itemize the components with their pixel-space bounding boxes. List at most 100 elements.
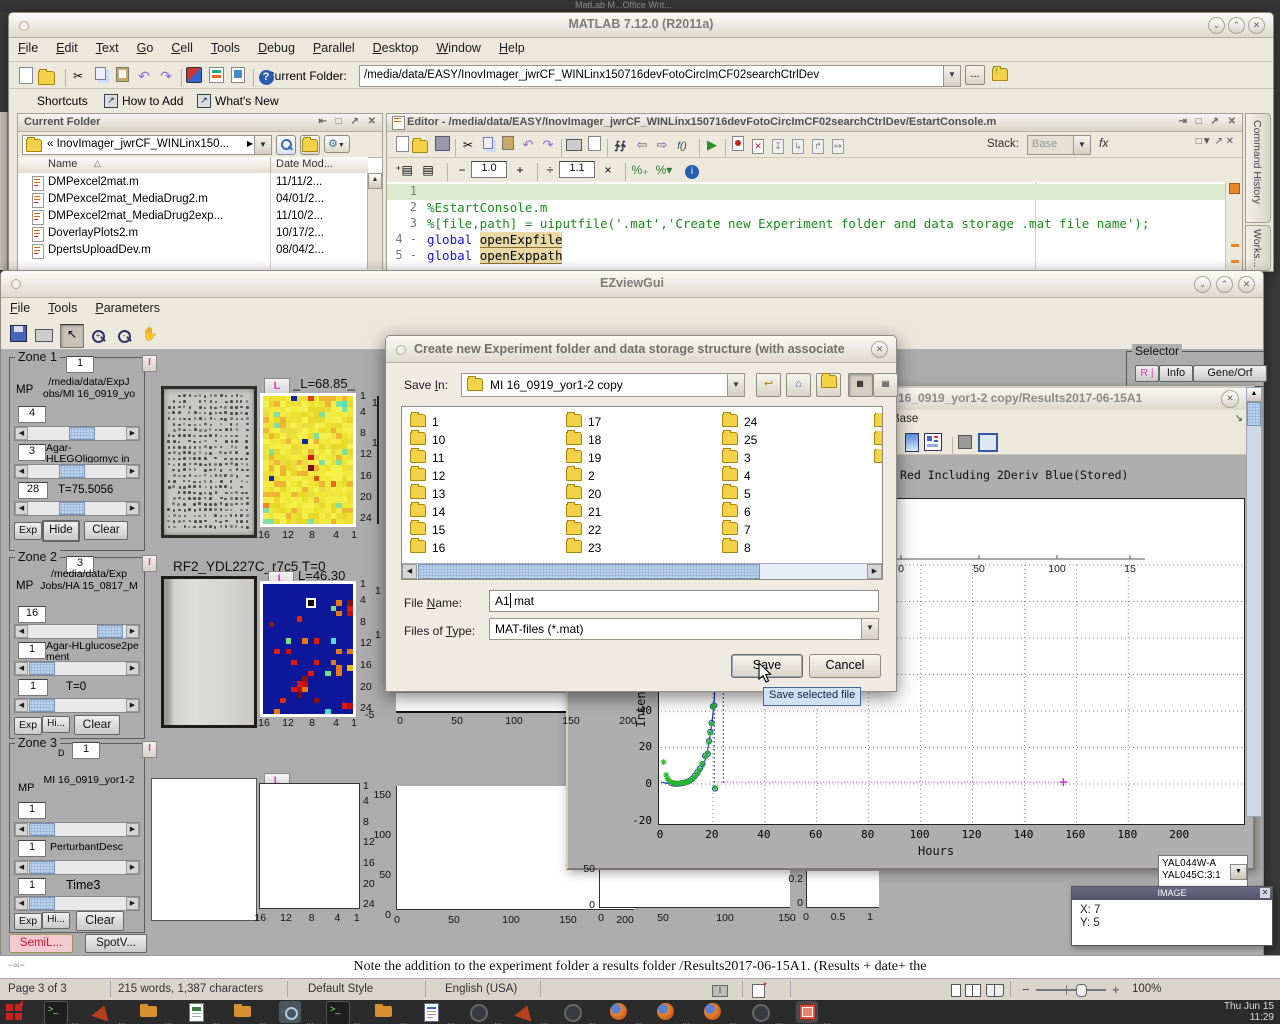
taskbar-icon-folder[interactable] xyxy=(232,1001,254,1023)
maximize-button[interactable]: ⌃ xyxy=(1216,276,1233,293)
horizontal-scrollbar[interactable]: ◀ ▶ xyxy=(402,563,882,579)
file-name-input[interactable]: A1 mat xyxy=(489,590,879,612)
zone3-exp-button[interactable]: Exp xyxy=(14,913,42,930)
status-style[interactable]: Default Style xyxy=(308,983,373,995)
zone1-num3[interactable]: 28 xyxy=(18,482,48,499)
folder-item[interactable]: 15 xyxy=(410,521,550,537)
up-one-level-icon[interactable]: ↩ xyxy=(756,373,781,397)
status-words[interactable]: 215 words, 1,387 characters xyxy=(118,983,263,995)
taskbar-icon-firefox[interactable] xyxy=(655,1001,677,1023)
window-menu-icon[interactable] xyxy=(396,345,406,355)
zone1-clear-button[interactable]: Clear xyxy=(84,521,128,540)
stack-combobox[interactable]: Base ▼ xyxy=(1027,135,1091,155)
decrease-icon[interactable]: − xyxy=(452,161,472,181)
table-row[interactable]: DoverlayPlots2.m10/17/2... xyxy=(18,226,368,243)
close-icon[interactable]: ✕ xyxy=(1260,888,1270,898)
column-header-date[interactable]: Date Mod... xyxy=(276,158,333,170)
cell-value-1[interactable]: 1.0 xyxy=(471,161,507,178)
menu-go[interactable]: Go xyxy=(128,37,163,61)
breadcrumb-next-icon[interactable]: ▶ xyxy=(247,139,253,148)
zoom-out-icon[interactable]: − xyxy=(1022,982,1030,997)
zone1-slider2[interactable]: ◀▶ xyxy=(14,464,140,479)
new-file-icon[interactable] xyxy=(16,67,36,87)
taskbar-icon-matlab[interactable] xyxy=(514,1001,536,1023)
percent-add-icon[interactable]: %₊ xyxy=(630,161,650,181)
taskbar-icon-matlab[interactable] xyxy=(91,1001,113,1023)
step-icon[interactable]: ↧ xyxy=(768,136,788,156)
paste-icon[interactable] xyxy=(498,136,518,156)
folder-item[interactable]: 5 xyxy=(722,485,862,501)
zone3-clear-button[interactable]: Clear xyxy=(76,911,124,931)
zoom-slider[interactable] xyxy=(1036,989,1106,991)
folder-item-partial[interactable] xyxy=(874,413,883,429)
up-folder-icon[interactable]: ↑ xyxy=(990,67,1010,87)
zone2-clear-button[interactable]: Clear xyxy=(74,715,120,735)
image-window-titlebar[interactable]: IMAGE ✕ xyxy=(1072,887,1272,900)
editor-header-icons[interactable]: ⇥ □ ↗ ✕ xyxy=(1178,116,1239,127)
vertical-scrollbar[interactable]: ▲ xyxy=(1246,387,1262,817)
zone3-slider1[interactable]: ◀▶ xyxy=(14,822,140,837)
single-page-view-icon[interactable] xyxy=(951,984,961,997)
menu-edit[interactable]: Edit xyxy=(47,37,87,61)
how-to-add-icon[interactable]: ↗ xyxy=(104,94,118,108)
scrollbar-thumb[interactable] xyxy=(418,564,760,579)
zone1-exp-button[interactable]: Exp xyxy=(14,522,42,540)
go-forward-icon[interactable]: ⇨ xyxy=(652,136,672,156)
warning-marker[interactable] xyxy=(1231,260,1239,263)
panel-header-icons[interactable]: ⇤ □ ↗ ✕ xyxy=(318,116,379,127)
continue-icon[interactable]: ↦ xyxy=(828,136,848,156)
cut-icon[interactable]: ✂ xyxy=(68,67,88,87)
fx-icon[interactable]: fx xyxy=(1099,136,1108,150)
insert-cell-icon[interactable]: ⁺▤ xyxy=(394,161,414,181)
editor-panel-header[interactable]: Editor - /media/data/EASY/InovImager_jwr… xyxy=(387,114,1242,132)
divide-icon[interactable]: ÷ xyxy=(540,161,560,181)
copy-icon[interactable] xyxy=(90,67,110,87)
taskbar-icon-launcher-grid[interactable] xyxy=(4,1001,26,1023)
document-text[interactable]: Note the addition to the experiment fold… xyxy=(0,956,1280,975)
gear-icon[interactable]: ⚙▼ xyxy=(324,135,350,153)
scroll-up-icon[interactable]: ▲ xyxy=(1247,388,1261,402)
redo-icon[interactable]: ↷ xyxy=(538,136,558,156)
menu-help[interactable]: Help xyxy=(490,37,534,61)
chevron-down-icon[interactable]: ▼ xyxy=(861,619,878,639)
zone2-slider2[interactable]: ◀▶ xyxy=(14,661,140,676)
column-header-name[interactable]: Name xyxy=(48,158,77,170)
code-editor[interactable]: 12%EstartConsole.m3%[file,path] = uiputf… xyxy=(387,182,1226,269)
chevron-down-icon[interactable]: ▼ xyxy=(727,374,744,396)
simulink-icon[interactable] xyxy=(184,67,204,87)
increase-icon[interactable]: + xyxy=(510,161,530,181)
open-file-icon[interactable] xyxy=(38,67,58,87)
set-breakpoint-icon[interactable] xyxy=(728,136,748,156)
column-divider[interactable] xyxy=(270,157,271,173)
home-icon[interactable]: ⌂ xyxy=(786,373,811,397)
cell-mode-icon[interactable]: ▤ xyxy=(418,161,438,181)
scroll-right-icon[interactable]: ▶ xyxy=(867,564,882,579)
scroll-up-icon[interactable]: ▲ xyxy=(368,173,382,189)
zone3-num3[interactable]: 1 xyxy=(18,878,46,895)
taskbar-icon-calc-doc[interactable] xyxy=(185,1001,207,1023)
clear-breakpoints-icon[interactable]: ✕ xyxy=(748,136,768,156)
zone2-num1[interactable]: 16 xyxy=(18,606,46,623)
folder-item[interactable]: 14 xyxy=(410,503,550,519)
taskbar-icon-writer-doc[interactable] xyxy=(420,1001,442,1023)
folder-item[interactable]: 2 xyxy=(566,467,706,483)
folder-item[interactable]: 16 xyxy=(410,539,550,555)
folder-item[interactable]: 21 xyxy=(566,503,706,519)
scroll-left-icon[interactable]: ◀ xyxy=(402,564,417,579)
help-icon[interactable]: ? xyxy=(256,67,276,87)
redo-icon[interactable]: ↷ xyxy=(156,67,176,87)
zone3-hide-button[interactable]: Hi... xyxy=(42,912,70,929)
selector-r-button[interactable]: R | xyxy=(1135,365,1159,382)
zone2-num2[interactable]: 1 xyxy=(18,642,46,659)
zone1-slider3[interactable]: ◀▶ xyxy=(14,501,140,516)
book-view-icon[interactable] xyxy=(986,984,1004,997)
print-preview-icon[interactable] xyxy=(584,136,604,156)
undo-icon[interactable]: ↶ xyxy=(134,67,154,87)
open-file-icon[interactable] xyxy=(412,136,432,156)
file-list-header[interactable]: Name △ Date Mod... xyxy=(18,157,368,174)
pan-hand-icon[interactable]: ✋ xyxy=(140,325,160,345)
folder-item-partial[interactable] xyxy=(874,449,883,465)
window-tool-icon[interactable] xyxy=(978,433,998,452)
zone3-field[interactable]: 1 xyxy=(72,742,100,759)
zone3-slider3[interactable]: ◀▶ xyxy=(14,896,140,911)
